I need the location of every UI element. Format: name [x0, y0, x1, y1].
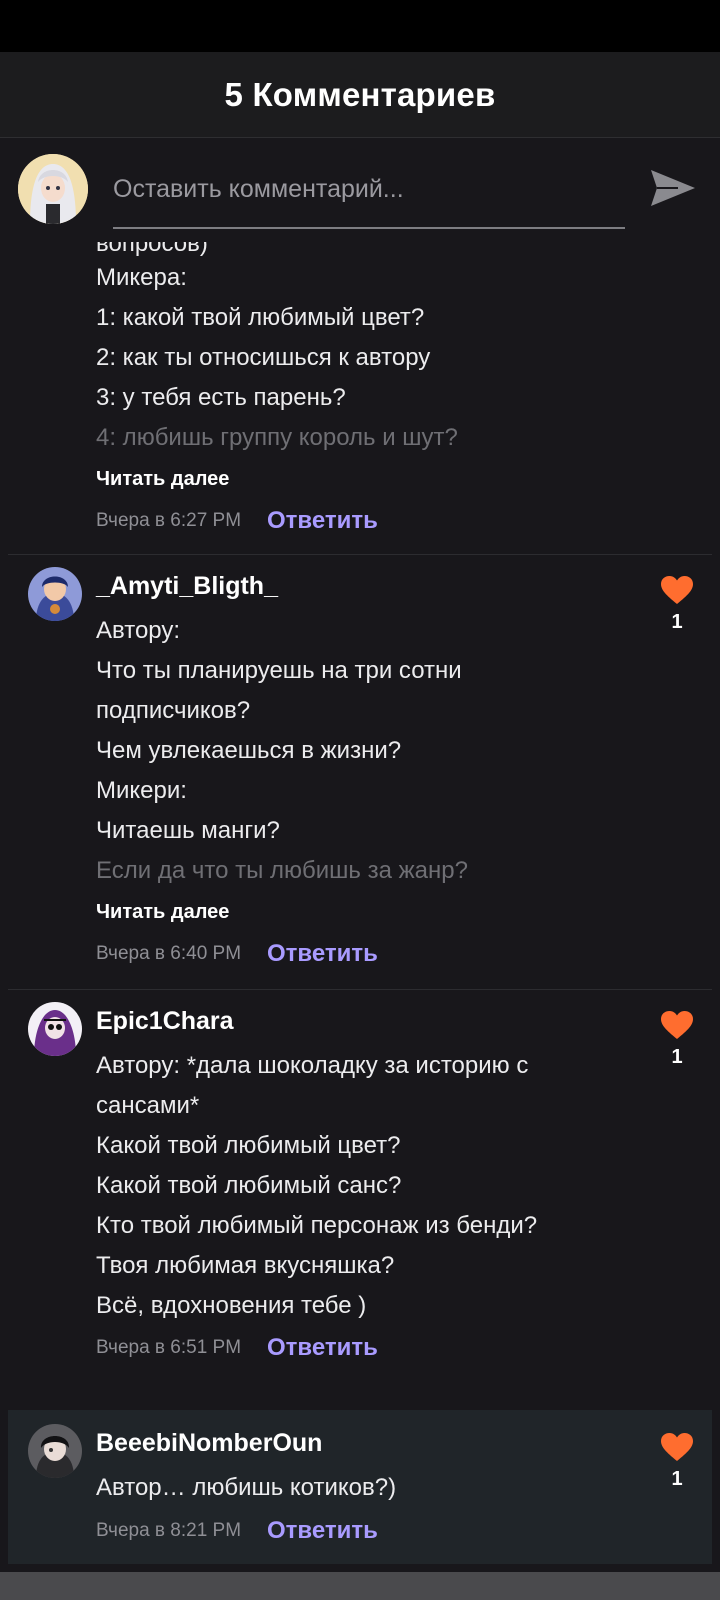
reply-button[interactable]: Ответить: [267, 940, 378, 968]
comment-input[interactable]: [113, 168, 625, 210]
reply-button[interactable]: Ответить: [267, 507, 378, 535]
comment-text-line: 4: любишь группу король и шут?: [96, 424, 458, 451]
comment-input-underline: [113, 227, 625, 229]
read-more-link[interactable]: Читать далее: [96, 468, 229, 491]
avatar[interactable]: [28, 1424, 82, 1478]
comment-text-line: Читаешь манги?: [96, 817, 280, 844]
comments-header: 5 Комментариев: [0, 52, 720, 138]
comment-item: _Amyti_Bligth_ Автору: Что ты планируешь…: [8, 555, 712, 989]
comment-item: вопросов) Микера: 1: какой твой любимый …: [8, 242, 712, 554]
bottom-bar: [0, 1572, 720, 1600]
comment-timestamp: Вчера в 6:40 PM: [96, 943, 242, 964]
comment-text-line: Всё, вдохновения тебе ): [96, 1292, 367, 1319]
like-heart-icon[interactable]: [660, 1432, 694, 1462]
comment-text-line: Микера:: [96, 264, 187, 291]
comment-text-line: Автору: *дала шоколадку за историю с: [96, 1052, 529, 1079]
comment-text-line: Какой твой любимый цвет?: [96, 1132, 401, 1159]
comment-text-line: 3: у тебя есть парень?: [96, 384, 346, 411]
like-count: 1: [671, 611, 683, 633]
comment-username[interactable]: _Amyti_Bligth_: [96, 572, 278, 601]
comment-text-line: Микери:: [96, 777, 187, 804]
like-count: 1: [671, 1046, 683, 1068]
comment-text-line: 1: какой твой любимый цвет?: [96, 304, 425, 331]
read-more-link[interactable]: Читать далее: [96, 901, 229, 924]
comment-text-line: подписчиков?: [96, 697, 251, 724]
page-title: 5 Комментариев: [224, 75, 496, 113]
comment-compose-bar: [0, 138, 720, 242]
reply-button[interactable]: Ответить: [267, 1517, 378, 1545]
send-icon: [651, 170, 695, 206]
comment-timestamp: Вчера в 6:51 PM: [96, 1337, 242, 1358]
status-bar: [0, 0, 720, 52]
like-heart-icon[interactable]: [660, 575, 694, 605]
comment-item: BeeebiNomberOun Автор… любишь котиков?) …: [8, 1410, 712, 1564]
comment-text-line: Чем увлекаешься в жизни?: [96, 737, 402, 764]
comment-text-line: Твоя любимая вкусняшка?: [96, 1252, 395, 1279]
comment-username[interactable]: BeeebiNomberOun: [96, 1429, 322, 1458]
comment-text-line: Автор… любишь котиков?): [96, 1474, 397, 1501]
like-count: 1: [671, 1468, 683, 1490]
avatar[interactable]: [28, 567, 82, 621]
comment-text-line: Что ты планируешь на три сотни: [96, 657, 462, 684]
comment-timestamp: Вчера в 8:21 PM: [96, 1520, 242, 1541]
comment-text-line: 2: как ты относишься к автору: [96, 344, 431, 371]
comment-text-line: Какой твой любимый санс?: [96, 1172, 402, 1199]
comment-text-line: Если да что ты любишь за жанр?: [96, 857, 468, 884]
avatar[interactable]: [28, 1002, 82, 1056]
my-avatar: [18, 154, 88, 224]
comments-list[interactable]: вопросов) Микера: 1: какой твой любимый …: [0, 242, 720, 1572]
reply-button[interactable]: Ответить: [267, 1334, 378, 1362]
comment-text-line: Автору:: [96, 617, 181, 644]
comment-text-line: Кто твой любимый персонаж из бенди?: [96, 1212, 538, 1239]
like-heart-icon[interactable]: [660, 1010, 694, 1040]
comment-text-line: сансами*: [96, 1092, 200, 1119]
send-button[interactable]: [648, 164, 698, 214]
comment-text-line: вопросов): [96, 242, 208, 257]
comment-timestamp: Вчера в 6:27 PM: [96, 510, 242, 531]
comment-item: Epic1Chara Автору: *дала шоколадку за ис…: [8, 990, 712, 1377]
comment-username[interactable]: Epic1Chara: [96, 1007, 234, 1036]
